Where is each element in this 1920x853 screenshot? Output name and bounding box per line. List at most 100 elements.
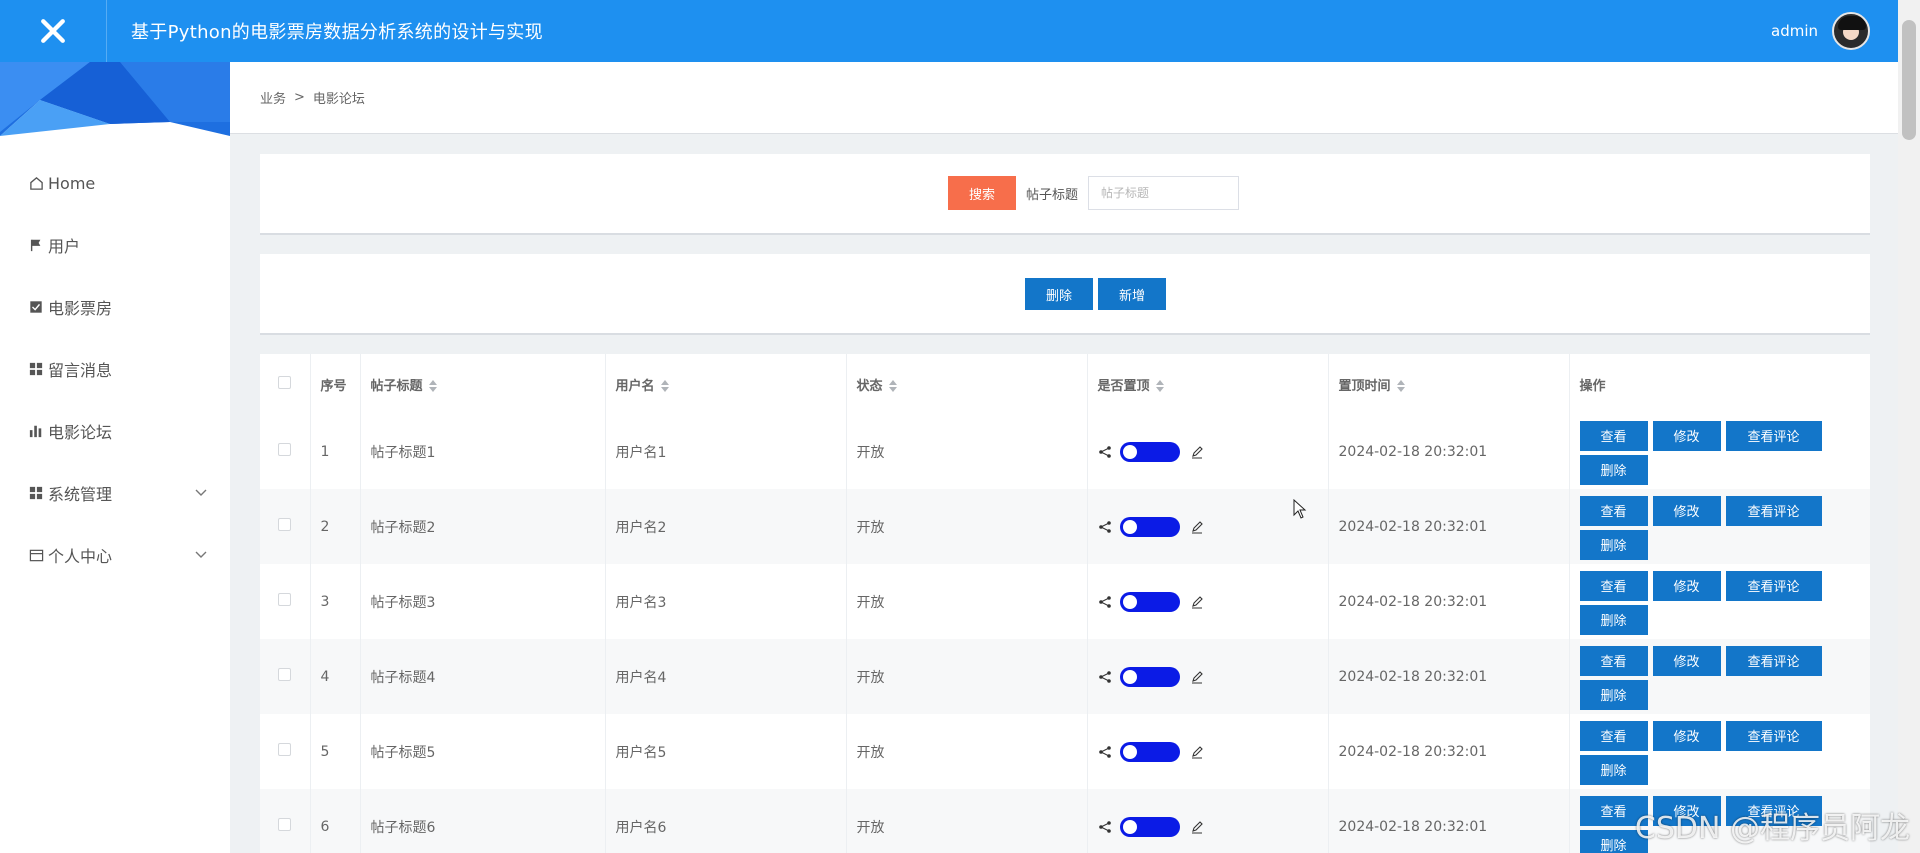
edit-button[interactable]: 修改 xyxy=(1652,570,1721,601)
sidebar-item-label: 用户 xyxy=(48,237,81,256)
edit-icon[interactable] xyxy=(1190,745,1204,759)
sidebar-item-label: 留言消息 xyxy=(48,361,113,380)
share-icon xyxy=(1098,595,1111,608)
sort-icon[interactable] xyxy=(1155,380,1164,392)
row-title: 帖子标题5 xyxy=(370,744,436,761)
search-input[interactable] xyxy=(1088,176,1240,210)
sort-icon[interactable] xyxy=(660,380,669,392)
sidebar-item-profile[interactable]: 个人中心 xyxy=(0,524,230,586)
page-scrollbar[interactable] xyxy=(1898,0,1920,853)
row-title: 帖子标题1 xyxy=(370,444,436,461)
col-header-status[interactable]: 状态 xyxy=(846,354,1088,414)
username: admin xyxy=(1771,22,1818,40)
col-header-label: 是否置顶 xyxy=(1097,378,1150,394)
view-button[interactable]: 查看 xyxy=(1579,420,1648,451)
pinned-toggle[interactable] xyxy=(1119,516,1180,537)
view-button[interactable]: 查看 xyxy=(1579,645,1648,676)
view-comments-button[interactable]: 查看评论 xyxy=(1725,495,1822,526)
user-menu[interactable]: admin xyxy=(1771,0,1870,62)
pinned-toggle[interactable] xyxy=(1119,741,1180,762)
edit-button[interactable]: 修改 xyxy=(1652,645,1721,676)
row-checkbox[interactable] xyxy=(278,818,292,831)
row-time: 2024-02-18 20:32:01 xyxy=(1338,443,1488,460)
mouse-cursor-icon xyxy=(1293,499,1307,519)
flag-icon xyxy=(28,237,44,253)
row-checkbox[interactable] xyxy=(278,443,292,456)
table-row: 1 帖子标题1 用户名1 开放 2024-02-18 20:32:01 查看 修改 查看评论删… xyxy=(260,414,1870,489)
chevron-down-icon xyxy=(195,551,207,558)
scrollbar-thumb[interactable] xyxy=(1902,20,1916,140)
edit-icon[interactable] xyxy=(1190,520,1204,534)
sidebar-item-messages[interactable]: 留言消息 xyxy=(0,338,230,400)
table-row: 5 帖子标题5 用户名5 开放 2024-02-18 20:32:01 查看 修改 查看评论删… xyxy=(260,714,1870,789)
edit-icon[interactable] xyxy=(1190,670,1204,684)
row-checkbox[interactable] xyxy=(278,743,292,756)
table-row: 4 帖子标题4 用户名4 开放 2024-02-18 20:32:01 查看 修改 查看评论删… xyxy=(260,639,1870,714)
edit-button[interactable]: 修改 xyxy=(1652,495,1721,526)
row-time: 2024-02-18 20:32:01 xyxy=(1338,668,1488,685)
col-header-label: 用户名 xyxy=(615,378,655,394)
pinned-toggle[interactable] xyxy=(1119,666,1180,687)
col-header-index: 序号 xyxy=(320,378,347,394)
row-title: 帖子标题3 xyxy=(370,594,436,611)
row-delete-button[interactable]: 删除 xyxy=(1579,529,1648,560)
close-menu-button[interactable] xyxy=(0,0,106,62)
view-button[interactable]: 查看 xyxy=(1579,570,1648,601)
search-field-label: 帖子标题 xyxy=(1026,187,1079,203)
edit-icon[interactable] xyxy=(1190,820,1204,834)
table-row: 2 帖子标题2 用户名2 开放 2024-02-18 20:32:01 查看 修改 查看评论删… xyxy=(260,489,1870,564)
sort-icon[interactable] xyxy=(888,380,897,392)
sidebar-item-system[interactable]: 系统管理 xyxy=(0,462,230,524)
row-checkbox[interactable] xyxy=(278,668,292,681)
col-header-username[interactable]: 用户名 xyxy=(605,354,847,414)
search-button[interactable]: 搜索 xyxy=(948,176,1016,210)
view-comments-button[interactable]: 查看评论 xyxy=(1725,645,1822,676)
sidebar-item-label: 个人中心 xyxy=(48,547,113,566)
view-comments-button[interactable]: 查看评论 xyxy=(1725,570,1822,601)
sidebar-item-users[interactable]: 用户 xyxy=(0,214,230,276)
row-time: 2024-02-18 20:32:01 xyxy=(1338,593,1488,610)
breadcrumb-parent[interactable]: 业务 xyxy=(260,88,286,107)
sidebar-item-home[interactable]: Home xyxy=(0,152,230,214)
table-body: 1 帖子标题1 用户名1 开放 2024-02-18 20:32:01 查看 修改 查看评论删… xyxy=(260,414,1870,853)
delete-button[interactable]: 删除 xyxy=(1025,278,1093,310)
row-checkbox[interactable] xyxy=(278,518,292,531)
view-button[interactable]: 查看 xyxy=(1579,720,1648,751)
edit-button[interactable]: 修改 xyxy=(1652,720,1721,751)
row-delete-button[interactable]: 删除 xyxy=(1579,454,1648,485)
row-status: 开放 xyxy=(856,819,885,836)
sidebar-item-forum[interactable]: 电影论坛 xyxy=(0,400,230,462)
view-comments-button[interactable]: 查看评论 xyxy=(1725,720,1822,751)
row-delete-button[interactable]: 删除 xyxy=(1579,604,1648,635)
sidebar-item-box-office[interactable]: 电影票房 xyxy=(0,276,230,338)
col-header-title[interactable]: 帖子标题 xyxy=(360,354,606,414)
app-title: 基于Python的电影票房数据分析系统的设计与实现 xyxy=(131,22,543,43)
row-index: 5 xyxy=(320,743,330,760)
row-time: 2024-02-18 20:32:01 xyxy=(1338,743,1488,760)
avatar[interactable] xyxy=(1832,12,1870,50)
row-checkbox[interactable] xyxy=(278,593,292,606)
view-comments-button[interactable]: 查看评论 xyxy=(1725,420,1822,451)
row-index: 1 xyxy=(320,443,330,460)
sidebar-item-label: 电影论坛 xyxy=(48,423,113,442)
row-title: 帖子标题4 xyxy=(370,669,436,686)
col-header-pinned[interactable]: 是否置顶 xyxy=(1087,354,1329,414)
pinned-toggle[interactable] xyxy=(1119,441,1180,462)
col-header-time[interactable]: 置顶时间 xyxy=(1328,354,1570,414)
edit-icon[interactable] xyxy=(1190,595,1204,609)
row-username: 用户名5 xyxy=(615,744,667,761)
row-delete-button[interactable]: 删除 xyxy=(1579,679,1648,710)
add-button[interactable]: 新增 xyxy=(1098,278,1166,310)
sidebar-item-label: 系统管理 xyxy=(48,485,113,504)
breadcrumb-current: 电影论坛 xyxy=(312,92,365,107)
pinned-toggle[interactable] xyxy=(1119,816,1180,837)
sort-icon[interactable] xyxy=(428,380,437,392)
select-all-checkbox[interactable] xyxy=(278,375,292,389)
edit-button[interactable]: 修改 xyxy=(1652,420,1721,451)
edit-icon[interactable] xyxy=(1190,445,1204,459)
view-button[interactable]: 查看 xyxy=(1579,495,1648,526)
row-delete-button[interactable]: 删除 xyxy=(1579,754,1648,785)
pinned-toggle[interactable] xyxy=(1119,591,1180,612)
sort-icon[interactable] xyxy=(1396,380,1405,392)
col-header-actions: 操作 xyxy=(1579,378,1606,394)
